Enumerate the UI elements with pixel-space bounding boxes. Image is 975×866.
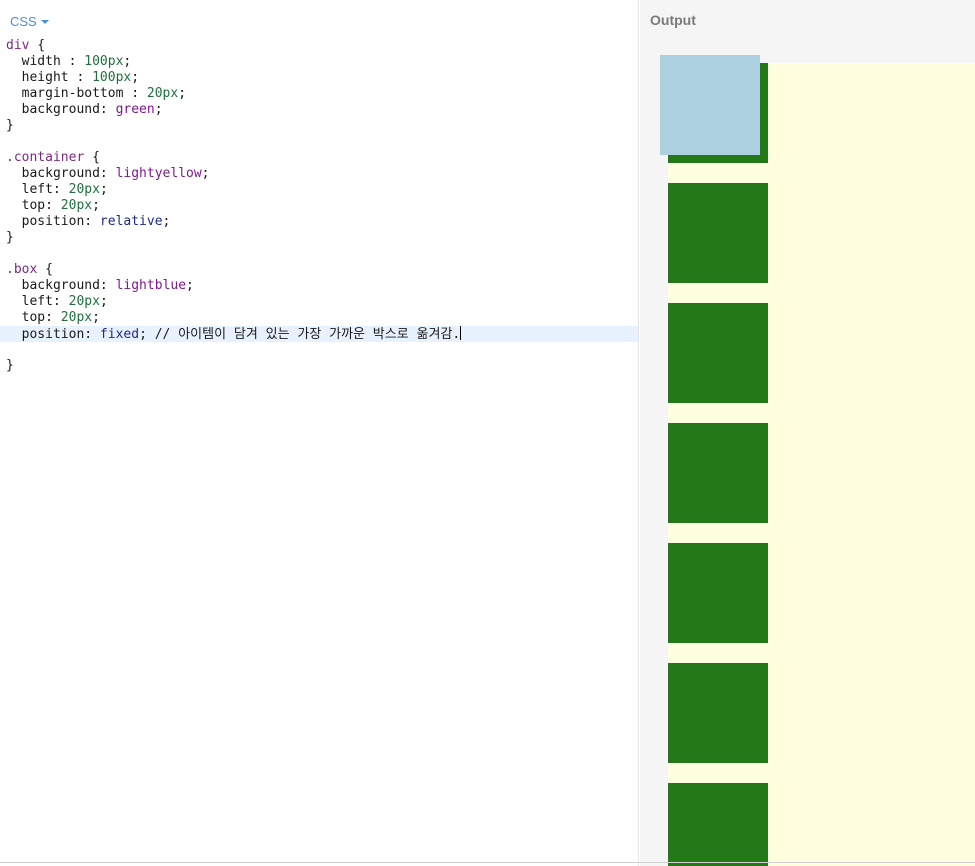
code-line[interactable]: } [0, 358, 638, 374]
code-token: left: [6, 182, 69, 197]
code-line[interactable]: background: green; [0, 102, 638, 118]
language-dropdown[interactable]: CSS [10, 12, 49, 30]
code-line[interactable]: .container { [0, 150, 638, 166]
code-token: ; [131, 70, 140, 85]
green-div-box [668, 183, 768, 283]
code-token: } [6, 358, 14, 373]
code-token: 20px [68, 294, 100, 309]
green-div-box [668, 663, 768, 763]
code-token: background: [6, 166, 116, 181]
code-line[interactable] [0, 342, 638, 358]
code-token: background: [6, 278, 116, 293]
code-token: 100px [92, 70, 132, 85]
chevron-down-icon[interactable] [40, 20, 49, 24]
code-line[interactable]: background: lightyellow; [0, 166, 638, 182]
code-line[interactable]: margin-bottom : 20px; [0, 86, 638, 102]
code-token: ; [99, 182, 108, 197]
code-line[interactable]: } [0, 230, 638, 246]
text-cursor [460, 326, 462, 340]
code-token: { [84, 150, 100, 165]
code-token: top: [6, 198, 61, 213]
code-token: ; [186, 278, 194, 293]
code-token: .box [6, 262, 38, 277]
code-token: ; [92, 198, 100, 213]
code-token: ; [139, 327, 155, 342]
code-token: 100px [84, 54, 124, 69]
code-token: fixed [99, 327, 140, 342]
code-line[interactable]: } [0, 118, 638, 134]
output-pane: Output [640, 0, 975, 866]
code-token: relative [99, 214, 163, 229]
code-token: margin-bottom : [6, 86, 147, 101]
code-line[interactable]: .box { [0, 262, 638, 278]
code-token: lightblue [115, 278, 187, 293]
code-token: .container [6, 150, 85, 165]
code-token: ; [99, 294, 108, 309]
code-line[interactable]: width : 100px; [0, 54, 638, 70]
code-line[interactable]: top: 20px; [0, 198, 638, 214]
code-token: 20px [60, 198, 93, 213]
code-token: ; [154, 102, 163, 117]
code-token: } [6, 230, 14, 245]
code-area[interactable]: div { width : 100px; height : 100px; mar… [0, 38, 638, 374]
code-token: ; [201, 166, 210, 181]
fixed-lightblue-box [660, 55, 760, 155]
divider [0, 862, 975, 863]
code-token: { [37, 262, 53, 277]
preview-container [668, 63, 975, 866]
code-line[interactable]: background: lightblue; [0, 278, 638, 294]
code-token: 20px [146, 86, 179, 101]
code-line[interactable]: position: relative; [0, 214, 638, 230]
code-line[interactable]: top: 20px; [0, 310, 638, 326]
code-token: left: [6, 294, 69, 309]
code-line[interactable] [0, 134, 638, 150]
code-token: ; [162, 214, 171, 229]
code-line[interactable]: div { [0, 38, 638, 54]
green-div-box [668, 783, 768, 866]
code-line[interactable]: left: 20px; [0, 182, 638, 198]
code-token: } [6, 118, 14, 133]
code-line[interactable]: position: fixed; // 아이템이 담겨 있는 가장 가까운 박스… [0, 326, 638, 342]
output-title: Output [650, 12, 696, 28]
code-line[interactable]: height : 100px; [0, 70, 638, 86]
code-line[interactable] [0, 246, 638, 262]
code-token: position: [6, 327, 100, 342]
code-token: position: [6, 214, 100, 229]
code-token: ; [178, 86, 187, 101]
code-token: // 아이템이 담겨 있는 가장 가까운 박스로 옮겨감. [154, 327, 461, 342]
code-line[interactable]: left: 20px; [0, 294, 638, 310]
green-div-box [668, 423, 768, 523]
code-token: top: [6, 310, 61, 325]
code-token: lightyellow [115, 166, 202, 181]
code-token: { [29, 38, 46, 53]
code-token: green [115, 102, 155, 117]
language-label[interactable]: CSS [10, 14, 37, 29]
code-token: ; [92, 310, 100, 325]
css-editor-pane[interactable]: CSS div { width : 100px; height : 100px;… [0, 0, 639, 866]
green-div-box [668, 543, 768, 643]
code-token: ; [123, 54, 132, 69]
code-token: div [6, 38, 30, 53]
code-token: width : [6, 54, 85, 69]
code-token: background: [6, 102, 116, 117]
code-token: 20px [60, 310, 93, 325]
green-div-box [668, 303, 768, 403]
code-token: 20px [68, 182, 100, 197]
code-token: height : [6, 70, 93, 85]
